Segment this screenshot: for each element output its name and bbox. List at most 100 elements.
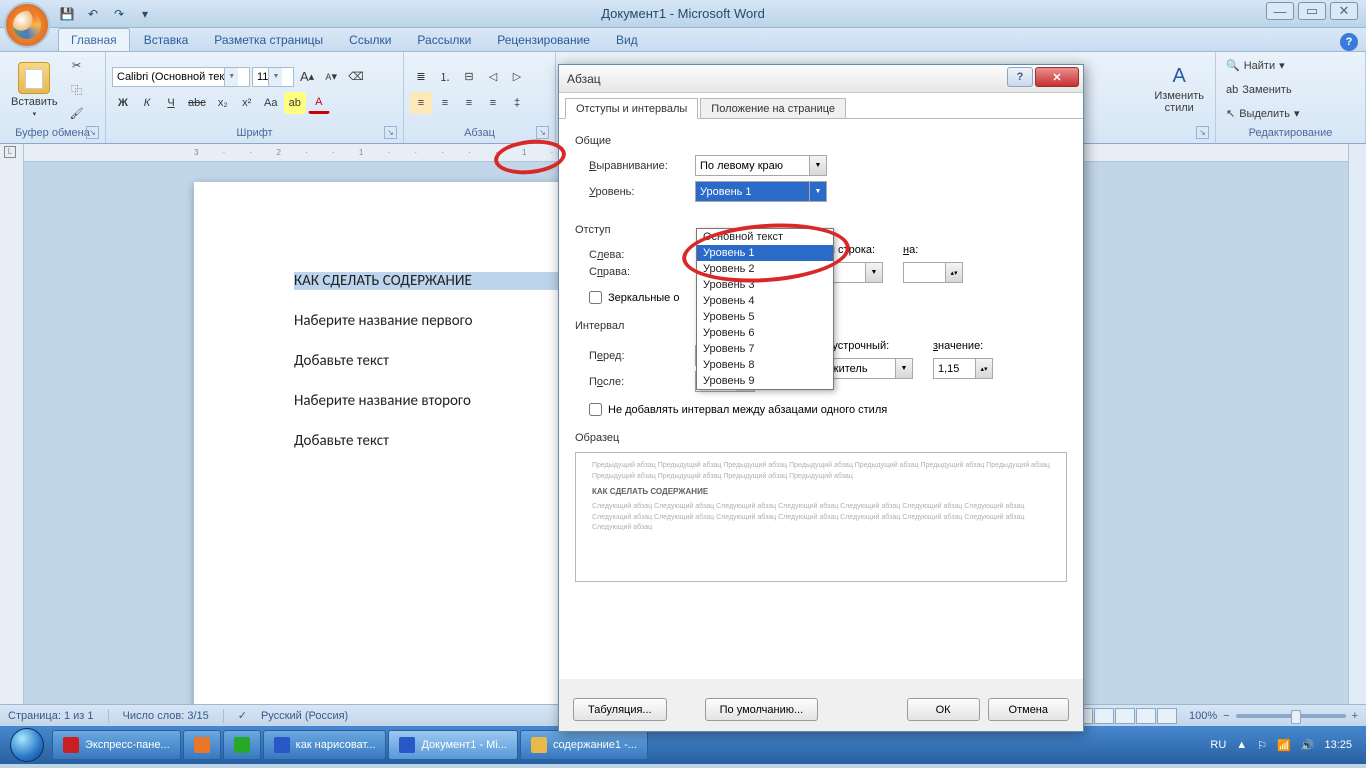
taskbar-item[interactable] — [223, 730, 261, 760]
tray-network-icon[interactable]: 📶 — [1277, 739, 1291, 752]
level-dropdown-list[interactable]: Основной текст Уровень 1 Уровень 2 Урове… — [696, 228, 834, 390]
save-icon[interactable]: 💾 — [56, 3, 78, 25]
level-option[interactable]: Основной текст — [697, 229, 833, 245]
dialog-tab-indents[interactable]: Отступы и интервалы — [565, 98, 698, 119]
clipboard-launcher[interactable]: ↘ — [86, 126, 99, 139]
no-space-checkbox[interactable] — [589, 403, 602, 416]
qat-customize-icon[interactable]: ▾ — [134, 3, 156, 25]
align-right-icon[interactable]: ≡ — [458, 92, 480, 114]
tab-home[interactable]: Главная — [58, 28, 130, 51]
zoom-level[interactable]: 100% — [1189, 710, 1217, 722]
font-color-button[interactable]: A — [308, 92, 330, 114]
font-size-combo[interactable]: 11▼ — [252, 67, 294, 87]
tray-language[interactable]: RU — [1210, 739, 1226, 751]
format-painter-icon[interactable]: 🖌 — [66, 103, 88, 125]
font-launcher[interactable]: ↘ — [384, 126, 397, 139]
tray-flag-icon[interactable]: ⚐ — [1257, 739, 1267, 752]
default-button[interactable]: По умолчанию... — [705, 698, 819, 721]
align-center-icon[interactable]: ≡ — [434, 92, 456, 114]
increase-indent-icon[interactable]: ▷ — [506, 66, 528, 88]
minimize-button[interactable]: — — [1266, 2, 1294, 20]
grow-font-icon[interactable]: A▴ — [296, 66, 318, 88]
tray-clock[interactable]: 13:25 — [1324, 739, 1352, 751]
tab-insert[interactable]: Вставка — [132, 29, 201, 51]
alignment-combo[interactable]: По левому краю▼ — [695, 155, 827, 176]
level-option[interactable]: Уровень 8 — [697, 357, 833, 373]
paragraph-launcher[interactable]: ↘ — [536, 126, 549, 139]
shrink-font-icon[interactable]: A▾ — [320, 66, 342, 88]
styles-launcher[interactable]: ↘ — [1196, 126, 1209, 139]
line-spacing-icon[interactable]: ‡ — [506, 92, 528, 114]
zoom-slider[interactable] — [1236, 714, 1346, 718]
paste-button[interactable]: Вставить▾ — [6, 57, 63, 123]
close-button[interactable]: ✕ — [1330, 2, 1358, 20]
copy-icon[interactable]: ⿻ — [66, 79, 88, 101]
clear-format-icon[interactable]: ⌫ — [344, 66, 368, 88]
subscript-button[interactable]: x₂ — [212, 92, 234, 114]
change-styles-button[interactable]: AИзменить стили — [1149, 60, 1209, 119]
tab-view[interactable]: Вид — [604, 29, 650, 51]
level-option[interactable]: Уровень 5 — [697, 309, 833, 325]
align-left-icon[interactable]: ≡ — [410, 92, 432, 114]
superscript-button[interactable]: x² — [236, 92, 258, 114]
first-line-by-spinner[interactable]: ▴▾ — [903, 262, 963, 283]
office-button[interactable] — [4, 2, 50, 48]
italic-button[interactable]: К — [136, 92, 158, 114]
maximize-button[interactable]: ▭ — [1298, 2, 1326, 20]
bold-button[interactable]: Ж — [112, 92, 134, 114]
multilevel-icon[interactable]: ⊟ — [458, 66, 480, 88]
dialog-help-button[interactable]: ? — [1007, 67, 1033, 87]
view-buttons[interactable] — [1073, 708, 1177, 724]
zoom-out-icon[interactable]: − — [1223, 710, 1229, 722]
numbering-icon[interactable]: ⒈ — [434, 66, 456, 88]
tab-page-layout[interactable]: Разметка страницы — [202, 29, 335, 51]
strike-button[interactable]: abc — [184, 92, 210, 114]
underline-button[interactable]: Ч — [160, 92, 182, 114]
dialog-tab-position[interactable]: Положение на странице — [700, 98, 846, 119]
justify-icon[interactable]: ≡ — [482, 92, 504, 114]
select-button[interactable]: ↖Выделить ▾ — [1222, 103, 1304, 125]
level-option-selected[interactable]: Уровень 1 — [697, 245, 833, 261]
value-spinner[interactable]: 1,15▴▾ — [933, 358, 993, 379]
change-case-button[interactable]: Aa — [260, 92, 282, 114]
level-option[interactable]: Уровень 7 — [697, 341, 833, 357]
tray-volume-icon[interactable]: 🔊 — [1301, 739, 1315, 752]
find-button[interactable]: 🔍Найти ▾ — [1222, 55, 1304, 77]
mirror-indents-checkbox[interactable] — [589, 291, 602, 304]
cancel-button[interactable]: Отмена — [988, 698, 1069, 721]
taskbar-item[interactable]: Экспресс-пане... — [52, 730, 181, 760]
highlight-button[interactable]: ab — [284, 92, 306, 114]
undo-icon[interactable]: ↶ — [82, 3, 104, 25]
taskbar-item[interactable] — [183, 730, 221, 760]
level-option[interactable]: Уровень 2 — [697, 261, 833, 277]
zoom-in-icon[interactable]: + — [1352, 710, 1358, 722]
status-spellcheck-icon[interactable]: ✓ — [238, 709, 247, 722]
tab-review[interactable]: Рецензирование — [485, 29, 602, 51]
help-icon[interactable]: ? — [1340, 33, 1358, 51]
level-option[interactable]: Уровень 3 — [697, 277, 833, 293]
dialog-close-button[interactable]: ✕ — [1035, 67, 1079, 87]
level-combo[interactable]: Уровень 1▼ — [695, 181, 827, 202]
level-option[interactable]: Уровень 4 — [697, 293, 833, 309]
vertical-scrollbar[interactable] — [1348, 144, 1366, 704]
ok-button[interactable]: ОК — [907, 698, 980, 721]
dialog-titlebar[interactable]: Абзац ? ✕ — [559, 65, 1083, 93]
taskbar-item[interactable]: содержание1 -... — [520, 730, 648, 760]
tray-icon[interactable]: ▲ — [1236, 739, 1247, 751]
status-words[interactable]: Число слов: 3/15 — [123, 710, 209, 722]
taskbar-item[interactable]: как нарисоват... — [263, 730, 387, 760]
replace-button[interactable]: abЗаменить — [1222, 79, 1304, 101]
level-option[interactable]: Уровень 6 — [697, 325, 833, 341]
decrease-indent-icon[interactable]: ◁ — [482, 66, 504, 88]
bullets-icon[interactable]: ≣ — [410, 66, 432, 88]
font-name-combo[interactable]: Calibri (Основной тек▼ — [112, 67, 250, 87]
tab-references[interactable]: Ссылки — [337, 29, 403, 51]
redo-icon[interactable]: ↷ — [108, 3, 130, 25]
taskbar-item-active[interactable]: Документ1 - Mi... — [388, 730, 517, 760]
cut-icon[interactable]: ✂ — [66, 55, 88, 77]
tabs-button[interactable]: Табуляция... — [573, 698, 667, 721]
start-button[interactable] — [4, 726, 50, 764]
level-option[interactable]: Уровень 9 — [697, 373, 833, 389]
status-page[interactable]: Страница: 1 из 1 — [8, 710, 94, 722]
status-language[interactable]: Русский (Россия) — [261, 710, 348, 722]
